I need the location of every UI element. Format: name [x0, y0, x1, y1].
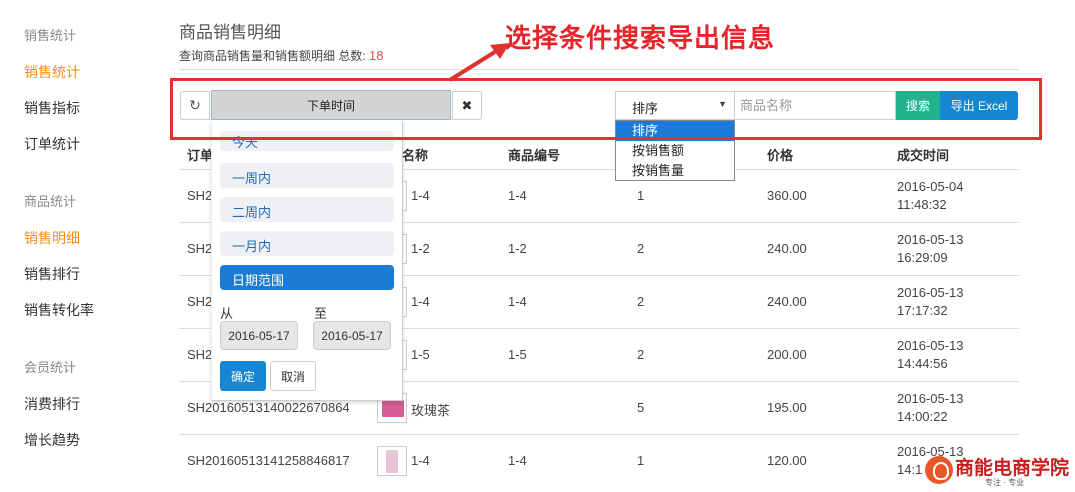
col-header-code: 商品编号 — [508, 148, 561, 163]
date-option-two-weeks[interactable]: 二周内 — [220, 197, 394, 222]
sidebar: 销售统计 销售统计 销售指标 订单统计 商品统计 销售明细 销售排行 销售转化率… — [0, 0, 160, 492]
cell-date: 2016-05-13 — [897, 285, 964, 300]
cell-price: 120.00 — [767, 453, 807, 468]
page-title: 商品销售明细 — [179, 23, 281, 42]
to-date-field[interactable]: 2016-05-17 — [313, 321, 391, 350]
search-button[interactable]: 搜索 — [896, 91, 940, 120]
order-time-button[interactable]: 下单时间 — [211, 90, 451, 120]
cell-date: 2016-05-13 — [897, 232, 964, 247]
logo-text: 商能电商学院 — [955, 457, 1070, 479]
caret-down-icon: ▼ — [718, 99, 727, 109]
product-name-input[interactable] — [735, 91, 896, 120]
logo-subtext: 专注 · 专业 — [985, 478, 1025, 487]
cell-time: 14:1 — [897, 462, 923, 477]
cell-code: 1-4 — [508, 188, 527, 203]
col-header-price: 价格 — [767, 148, 794, 163]
product-thumbnail — [377, 446, 407, 476]
cell-time: 14:44:56 — [897, 356, 948, 371]
date-option-today[interactable]: 今天 — [220, 131, 394, 151]
total-count: 18 — [369, 48, 384, 63]
cell-price: 200.00 — [767, 347, 807, 362]
cell-name: 玫瑰茶 — [411, 403, 451, 418]
cell-code: 1-4 — [508, 453, 527, 468]
header-divider — [179, 69, 1019, 70]
cell-name: 1-2 — [411, 241, 430, 256]
cell-name: 1-4 — [411, 188, 430, 203]
sidebar-group-member: 会员统计 — [24, 360, 77, 375]
cell-order: SH2 — [187, 347, 213, 362]
cell-order: SH2 — [187, 294, 213, 309]
cancel-button[interactable]: 取消 — [270, 361, 316, 391]
sidebar-item-sales-stats[interactable]: 销售统计 — [24, 62, 80, 82]
date-option-one-week[interactable]: 一周内 — [220, 163, 394, 188]
sidebar-group-sales: 销售统计 — [24, 28, 77, 43]
sidebar-item-order-stats[interactable]: 订单统计 — [24, 134, 80, 154]
logo-mark-icon — [925, 456, 953, 484]
annotation-text: 选择条件搜索导出信息 — [505, 23, 776, 53]
cell-code: 1-4 — [508, 294, 527, 309]
date-range-dropdown: 今天 一周内 二周内 一月内 日期范围 从 至 2016-05-17 2016-… — [211, 121, 403, 401]
cell-time: 16:29:09 — [897, 250, 948, 265]
export-excel-button[interactable]: 导出 Excel — [940, 91, 1018, 120]
page-subtitle: 查询商品销售量和销售额明细 总数: 18 — [179, 47, 383, 64]
subtitle-text: 查询商品销售量和销售额明细 总数: — [179, 49, 366, 63]
from-date-field[interactable]: 2016-05-17 — [220, 321, 298, 350]
sort-option-default[interactable]: 排序 — [616, 121, 734, 141]
cell-price: 195.00 — [767, 400, 807, 415]
cell-code: 1-2 — [508, 241, 527, 256]
sidebar-item-spending-ranking[interactable]: 消费排行 — [24, 394, 80, 414]
cell-time: 11:48:32 — [897, 197, 947, 212]
sort-option-by-quantity[interactable]: 按销售量 — [616, 161, 734, 180]
refresh-icon: ↻ — [189, 97, 201, 113]
cell-name: 1-4 — [411, 453, 430, 468]
sort-option-by-amount[interactable]: 按销售额 — [616, 141, 734, 161]
cell-order: SH2 — [187, 188, 213, 203]
to-label: 至 — [314, 306, 328, 321]
sidebar-item-growth-trend[interactable]: 增长趋势 — [24, 430, 80, 450]
cell-qty: 1 — [637, 453, 645, 468]
cell-code: 1-5 — [508, 347, 527, 362]
cell-time: 14:00:22 — [897, 409, 948, 424]
brand-logo: 商能电商学院 专注 · 专业 — [921, 452, 1071, 490]
cell-qty: 2 — [637, 347, 645, 362]
col-header-time: 成交时间 — [897, 148, 950, 163]
col-header-name: 名称 — [402, 148, 429, 163]
cell-name: 1-5 — [411, 347, 430, 362]
cell-name: 1-4 — [411, 294, 430, 309]
sidebar-item-sales-detail[interactable]: 销售明细 — [24, 228, 80, 248]
cell-price: 240.00 — [767, 294, 807, 309]
date-option-custom-range[interactable]: 日期范围 — [220, 265, 394, 290]
table-row: SH20160513141258846817 1-4 1-4 1 120.00 … — [179, 434, 1019, 487]
sidebar-item-sales-target[interactable]: 销售指标 — [24, 98, 80, 118]
sort-select[interactable]: 排序 ▼ — [615, 91, 735, 120]
sort-select-value: 排序 — [632, 101, 659, 116]
cell-qty: 2 — [637, 241, 645, 256]
refresh-button[interactable]: ↻ — [180, 91, 210, 120]
cell-order: SH20160513141258846817 — [187, 453, 350, 468]
cell-price: 360.00 — [767, 188, 807, 203]
date-option-one-month[interactable]: 一月内 — [220, 231, 394, 256]
confirm-button[interactable]: 确定 — [220, 361, 266, 391]
cell-price: 240.00 — [767, 241, 807, 256]
cell-date: 2016-05-13 — [897, 338, 964, 353]
sidebar-item-conversion-rate[interactable]: 销售转化率 — [24, 300, 94, 320]
annotation-arrow-icon — [448, 43, 510, 82]
cell-time: 17:17:32 — [897, 303, 948, 318]
cell-qty: 5 — [637, 400, 645, 415]
from-label: 从 — [220, 306, 234, 321]
cell-date: 2016-05-04 — [897, 179, 964, 194]
sidebar-item-sales-ranking[interactable]: 销售排行 — [24, 264, 80, 284]
sort-options-list: 排序 按销售额 按销售量 — [615, 120, 735, 181]
cell-order: SH20160513140022670864 — [187, 400, 350, 415]
cell-qty: 2 — [637, 294, 645, 309]
clear-date-button[interactable]: ✖ — [452, 91, 482, 120]
cell-qty: 1 — [637, 188, 645, 203]
sidebar-group-product: 商品统计 — [24, 194, 77, 209]
cell-order: SH2 — [187, 241, 213, 256]
close-icon: ✖ — [461, 97, 473, 113]
cell-date: 2016-05-13 — [897, 391, 964, 406]
col-header-order: 订单 — [187, 148, 214, 163]
